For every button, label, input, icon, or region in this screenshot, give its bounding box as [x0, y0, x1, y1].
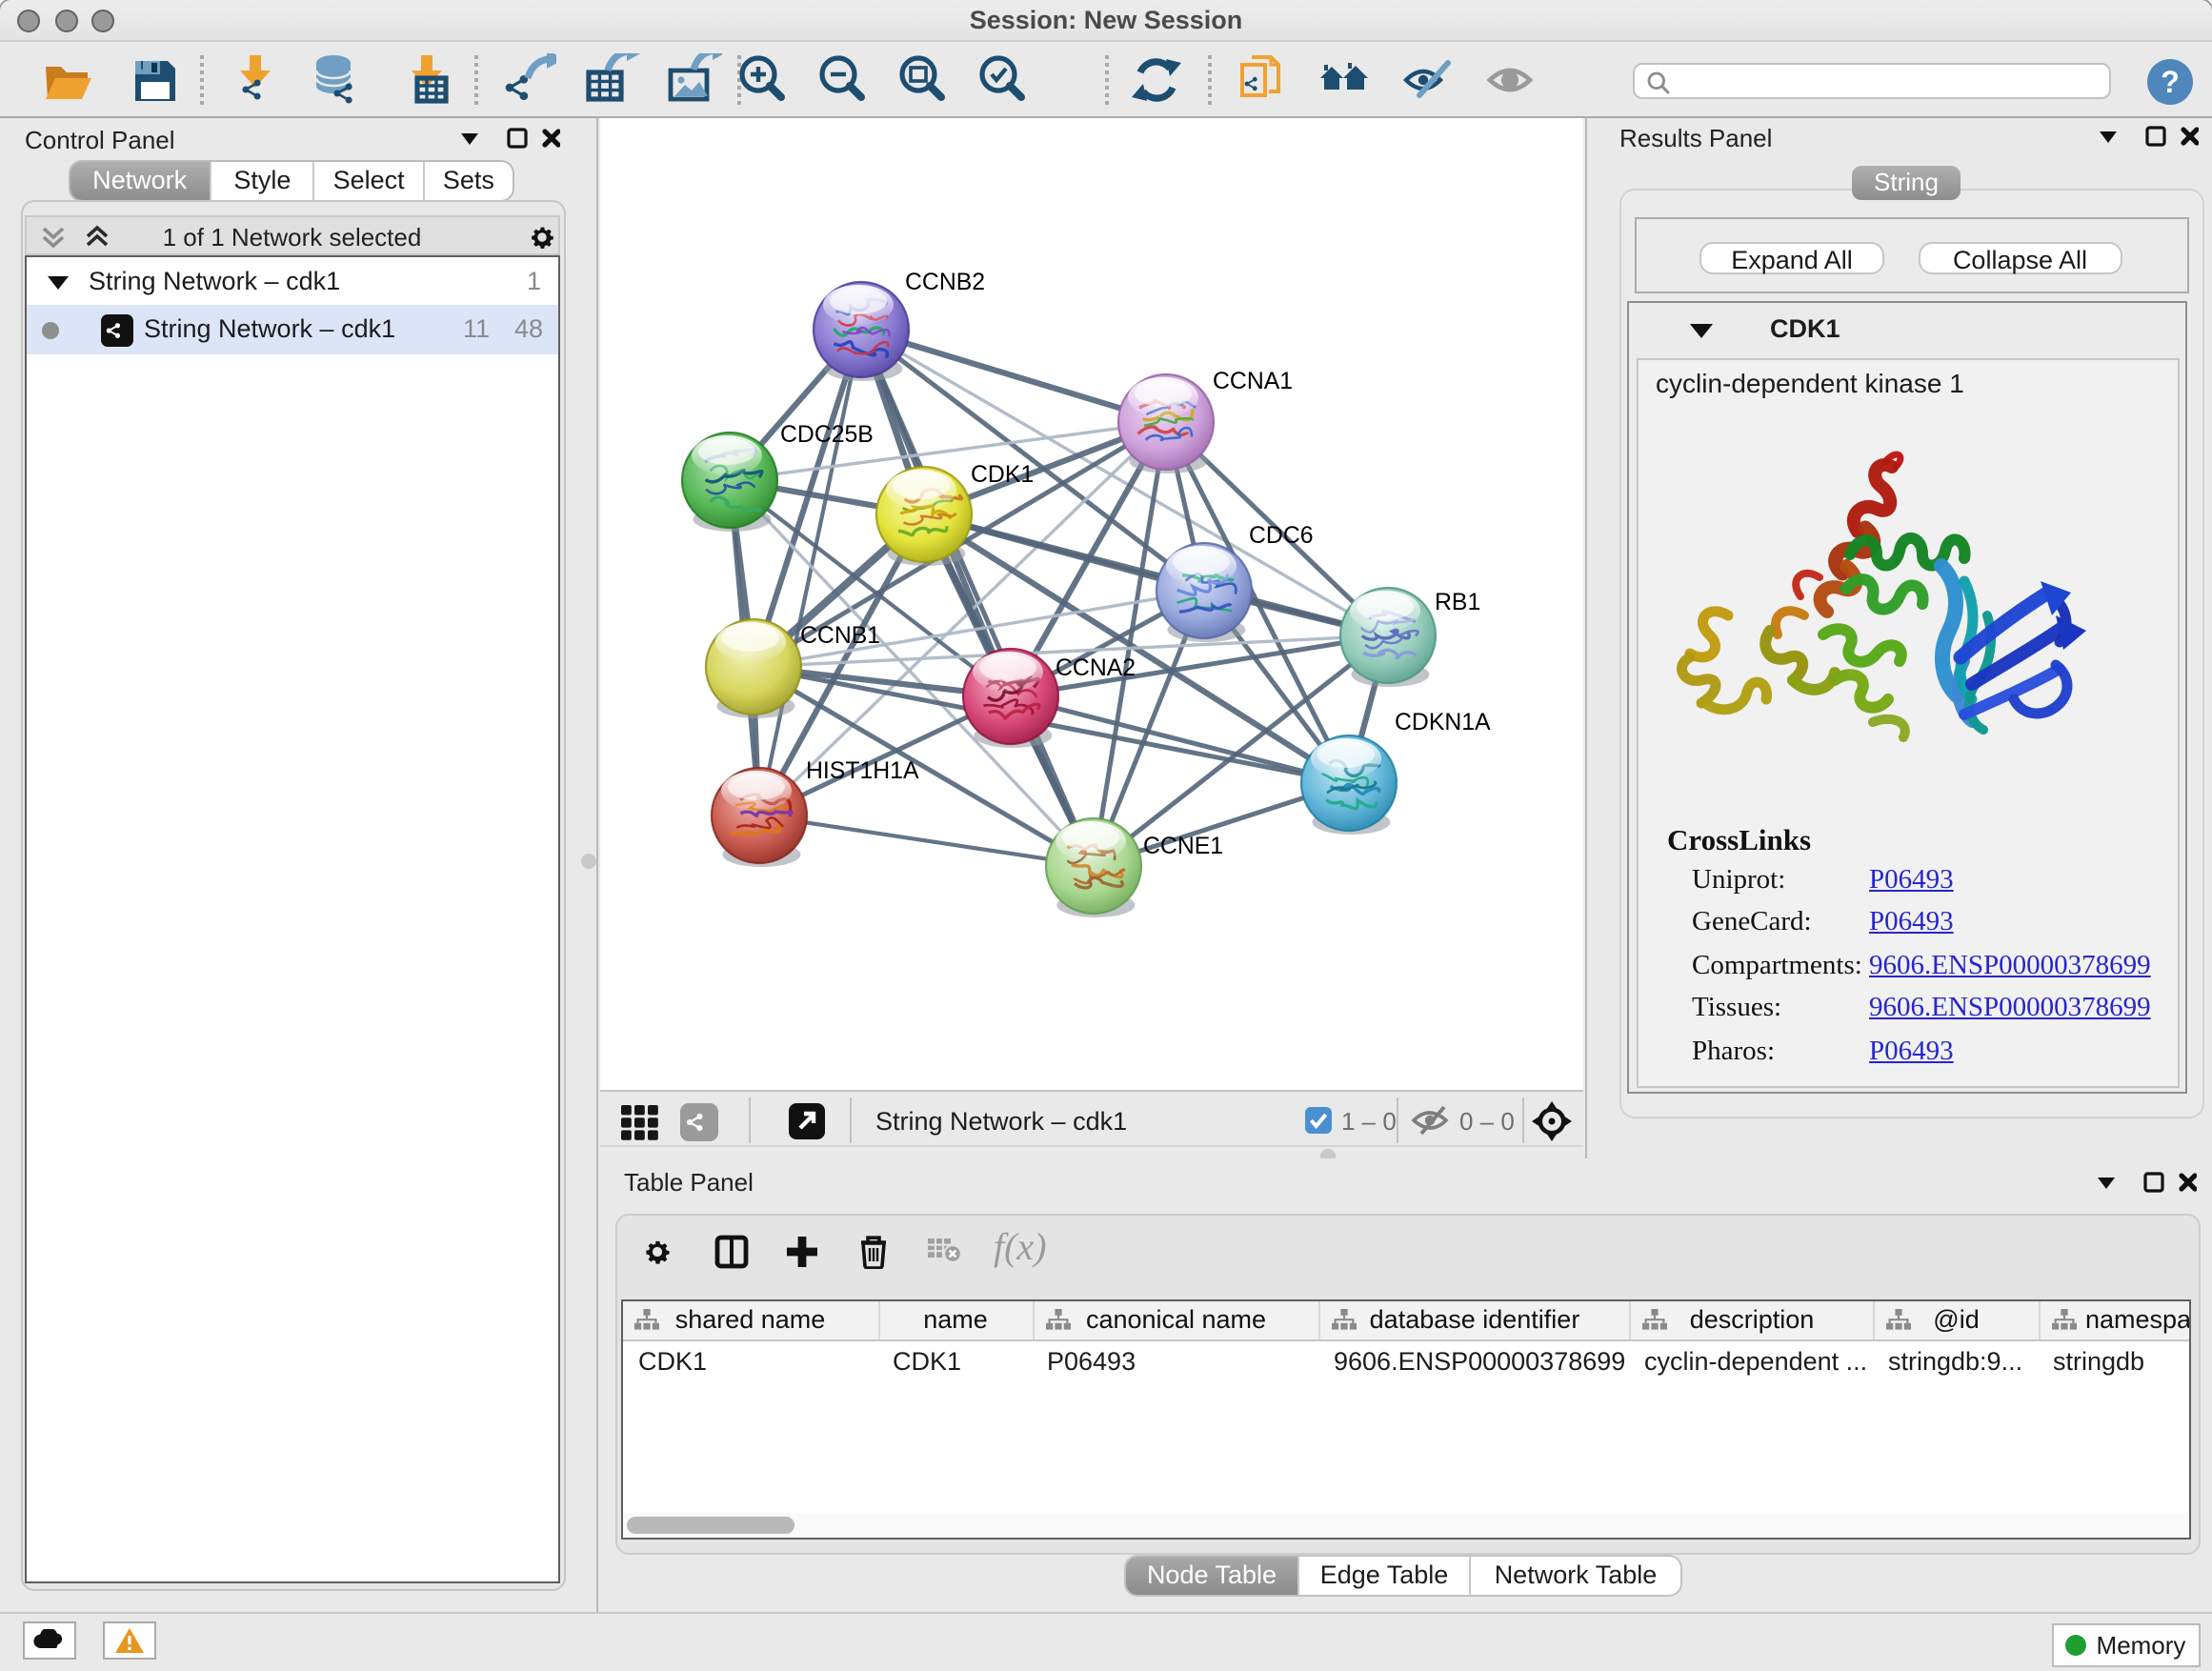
svg-text:?: ? — [2161, 64, 2180, 98]
svg-text:CCNB1: CCNB1 — [799, 623, 879, 649]
svg-text:CDC25B: CDC25B — [779, 422, 873, 448]
svg-text:CCNB2: CCNB2 — [904, 270, 984, 295]
svg-text:CCNA1: CCNA1 — [1212, 369, 1292, 394]
svg-text:CDC6: CDC6 — [1248, 523, 1313, 549]
svg-text:CCNE1: CCNE1 — [1142, 834, 1222, 859]
svg-text:CDK1: CDK1 — [970, 462, 1033, 488]
svg-text:CDKN1A: CDKN1A — [1394, 710, 1490, 735]
svg-text:HIST1H1A: HIST1H1A — [805, 758, 918, 784]
svg-text:RB1: RB1 — [1434, 590, 1479, 615]
svg-text:CCNA2: CCNA2 — [1055, 655, 1135, 681]
